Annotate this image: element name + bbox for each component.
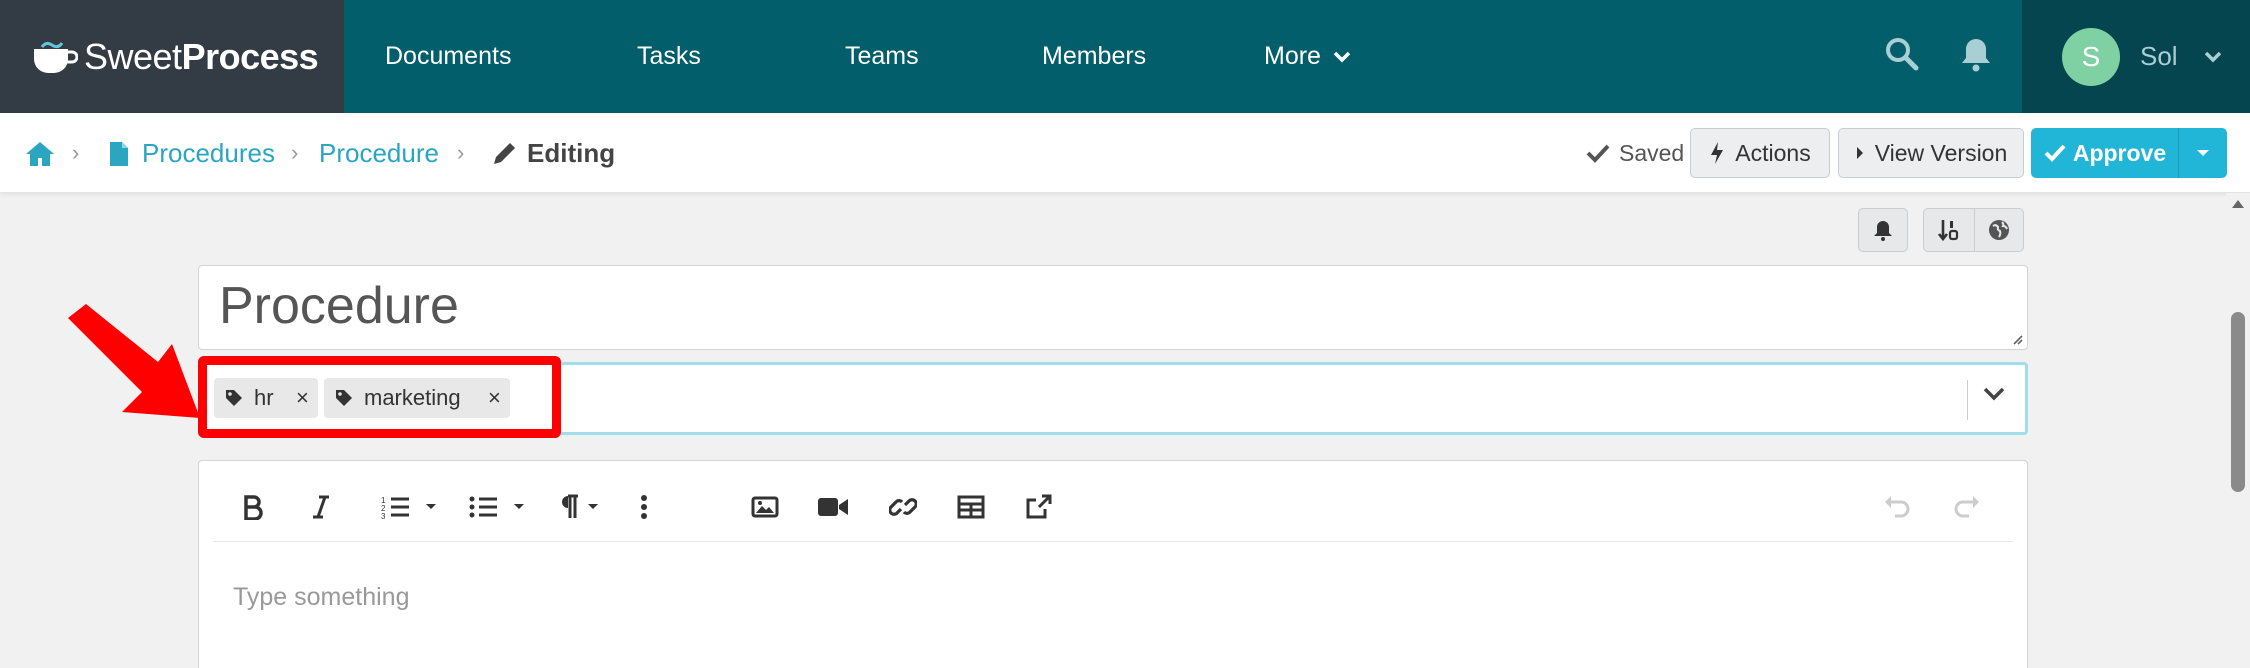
scroll-up-arrow[interactable] [2232,200,2244,208]
breadcrumb-separator: › [72,140,80,165]
saved-label: Saved [1619,139,1685,166]
italic-icon [313,495,329,519]
globe-icon [1989,220,2009,240]
insert-video-button[interactable] [813,483,853,531]
caret-down-icon [588,504,598,509]
nav-more[interactable]: More [1264,0,1351,113]
more-options-button[interactable] [629,483,659,531]
insert-link-button[interactable] [883,483,923,531]
undo-button[interactable] [1879,483,1915,531]
brand-wordmark: SweetProcess [84,35,319,78]
avatar: S [2062,27,2120,86]
italic-button[interactable] [303,483,339,531]
redo-icon [1954,496,1979,518]
table-icon [957,495,985,519]
scrollbar-thumb[interactable] [2231,312,2245,492]
sort-button[interactable] [1923,208,1975,252]
breadcrumb-procedures-label: Procedures [142,137,275,168]
file-icon [110,142,128,166]
editor[interactable]: 123 Type something [198,460,2028,668]
bell-icon[interactable] [1960,36,1992,72]
brand-word-sweet: Sweet [84,35,182,77]
top-navbar: SweetProcess Documents Tasks Teams Membe… [0,0,2250,113]
nav-documents-label: Documents [385,42,512,70]
breadcrumb-procedure[interactable]: Procedure [319,113,439,193]
insert-embed-button[interactable] [1019,483,1059,531]
caret-down-icon [426,504,436,509]
nav-teams[interactable]: Teams [845,0,919,113]
insert-table-button[interactable] [951,483,991,531]
actions-label: Actions [1735,139,1811,166]
ordered-list-icon: 123 [381,496,409,519]
redo-button[interactable] [1949,483,1985,531]
check-icon [2044,144,2066,162]
view-version-button[interactable]: View Version [1838,128,2024,178]
image-icon [751,496,779,518]
user-menu[interactable]: S Sol [2022,0,2250,113]
chevron-down-icon [1333,51,1351,62]
nav-members-label: Members [1042,42,1147,70]
paragraph-icon [562,494,578,518]
actions-button[interactable]: Actions [1690,128,1830,178]
nav-tasks[interactable]: Tasks [637,0,701,113]
bell-icon [1874,221,1892,241]
view-version-label: View Version [1874,139,2008,166]
nav-teams-label: Teams [845,42,919,70]
brand-logo[interactable]: SweetProcess [0,0,344,113]
nav-documents[interactable]: Documents [385,0,511,113]
sort-icon [1937,220,1959,242]
highlight-box [198,356,561,438]
editor-placeholder: Type something [233,583,410,611]
nav-tasks-label: Tasks [637,42,701,70]
bold-button[interactable] [235,483,271,531]
red-arrow-annotation [68,304,200,418]
pencil-icon [494,143,515,164]
breadcrumb-procedures[interactable]: Procedures [142,113,275,193]
paragraph-format-button[interactable] [553,483,605,531]
ordered-list-button[interactable]: 123 [375,483,443,531]
unordered-list-button[interactable] [463,483,531,531]
breadcrumb-current: Editing [527,113,615,193]
caret-down-icon [2197,150,2209,156]
resize-handle-icon[interactable] [2011,333,2023,345]
search-icon[interactable] [1884,36,1920,72]
breadcrumb-separator: › [457,140,465,165]
language-button[interactable] [1974,208,2024,252]
caret-down-icon [514,504,524,509]
check-icon [1586,144,1610,163]
editor-toolbar-divider [213,541,2013,542]
unordered-list-icon [469,496,497,518]
breadcrumb-current-label: Editing [527,137,616,168]
procedure-title-input[interactable]: Procedure [198,265,2028,350]
home-icon[interactable] [24,140,56,168]
link-icon [889,498,917,516]
bolt-icon [1711,142,1724,164]
breadcrumb-procedure-label: Procedure [319,137,439,168]
chevron-down-icon[interactable] [1983,387,2005,401]
more-vertical-icon [641,495,647,519]
brand-word-process: Process [181,35,319,77]
notify-button[interactable] [1858,208,1908,252]
procedure-title-text: Procedure [219,277,459,335]
tags-divider [1967,380,1968,420]
approve-label: Approve [2072,139,2167,166]
svg-text:3: 3 [381,512,386,519]
approve-dropdown-button[interactable] [2179,128,2227,178]
approve-button-group: Approve [2031,128,2227,178]
caret-right-icon [1856,147,1863,159]
bold-icon [244,495,263,520]
nav-more-label: More [1264,42,1321,70]
breadcrumb-separator: › [291,140,299,165]
user-name: Sol [2140,41,2178,71]
video-icon [818,498,848,516]
saved-status: Saved [1585,113,1684,193]
approve-button[interactable]: Approve [2031,128,2179,178]
chevron-down-icon [2204,51,2221,62]
insert-image-button[interactable] [745,483,785,531]
nav-members[interactable]: Members [1042,0,1146,113]
external-link-icon [1026,494,1052,519]
undo-icon [1885,496,1910,518]
coffee-cup-logo-icon [34,41,78,73]
